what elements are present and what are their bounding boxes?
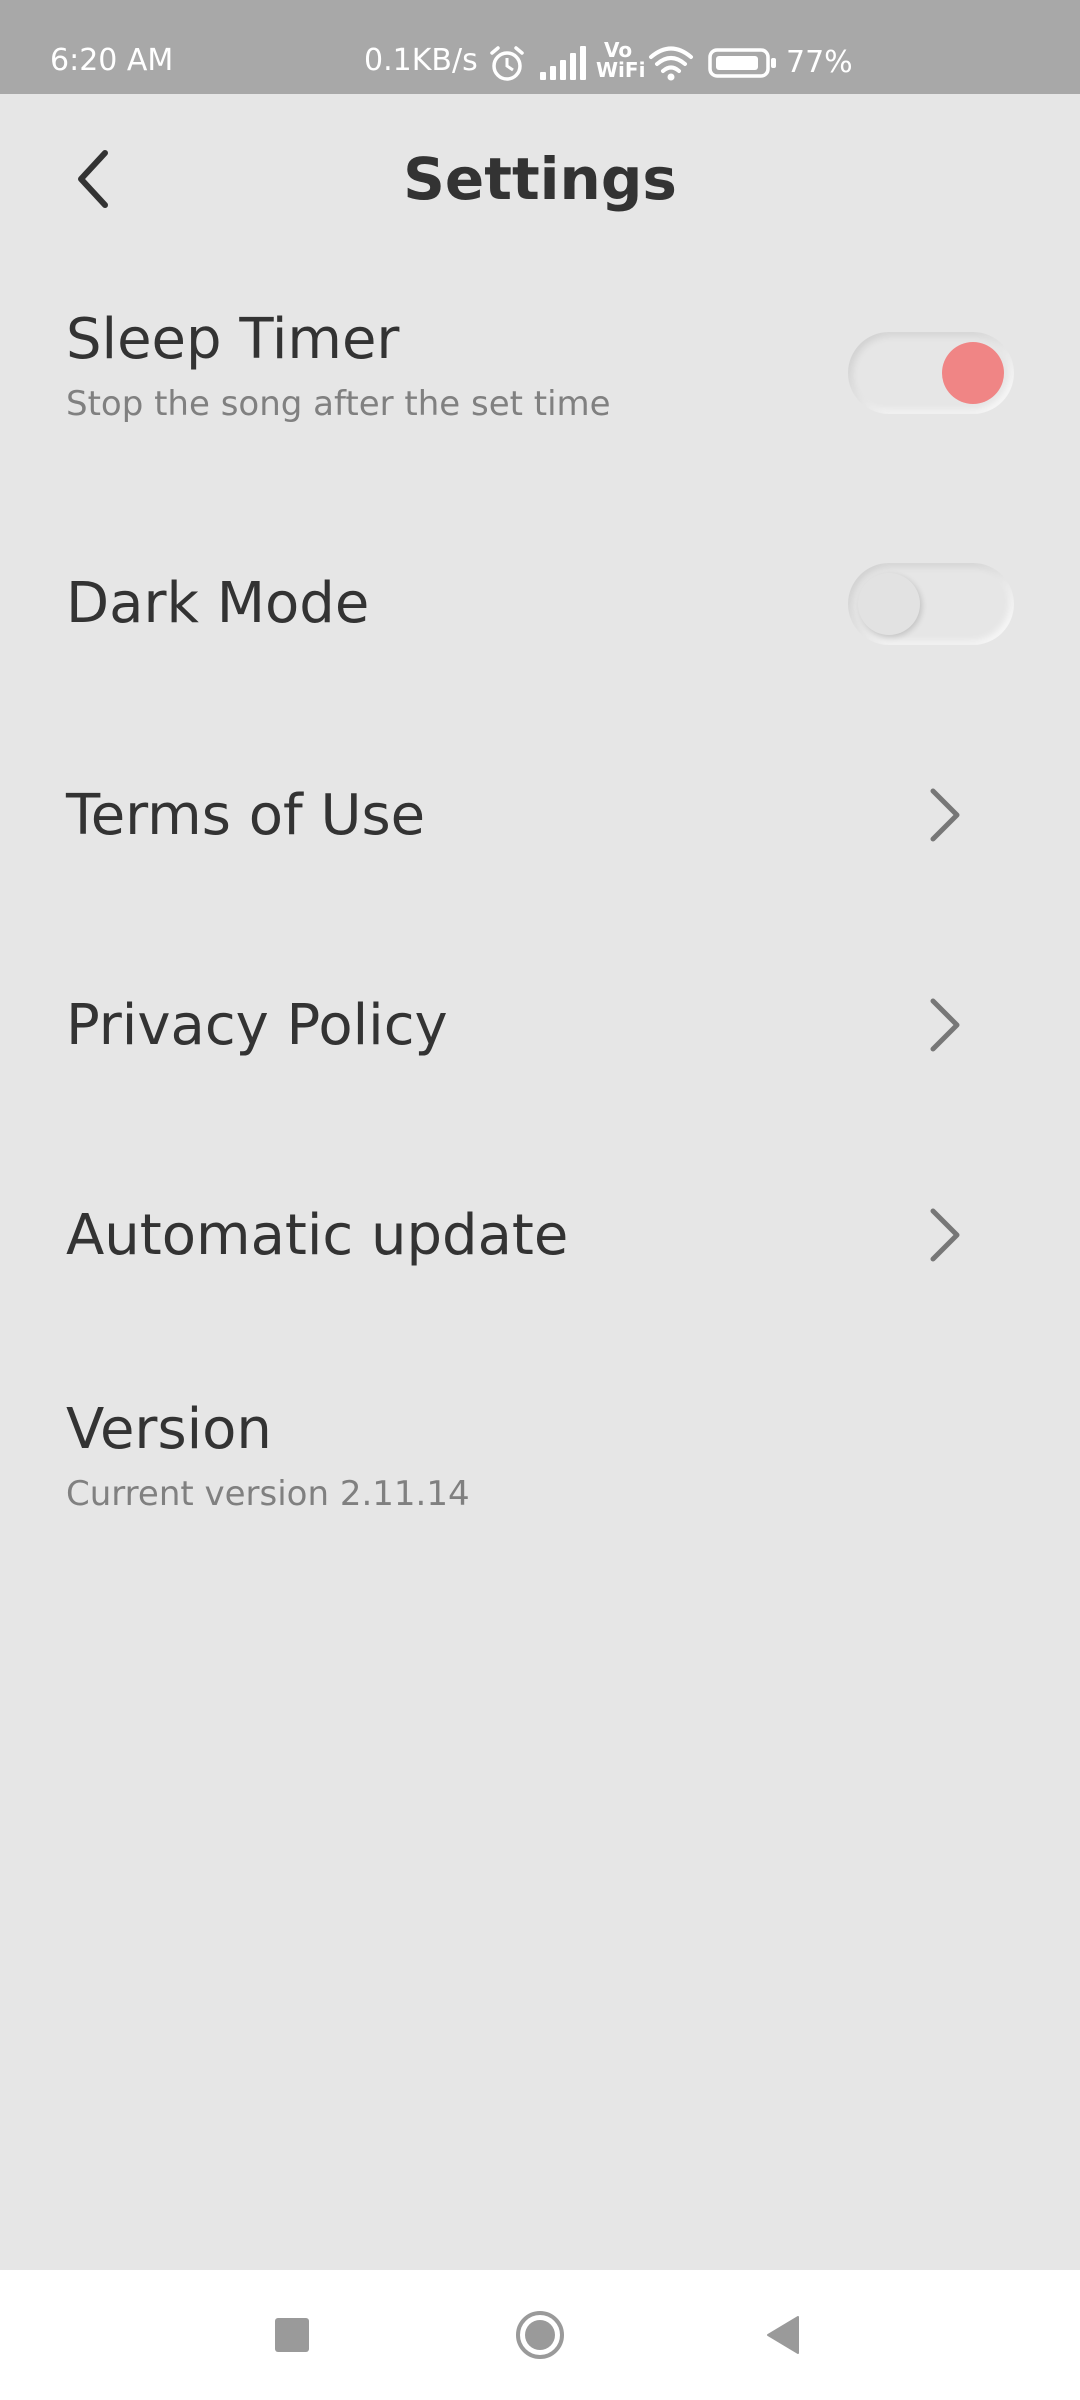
recents-square-icon: [275, 2318, 309, 2352]
wifi-icon: [648, 44, 694, 86]
battery-icon: [708, 48, 778, 82]
vowifi-label-top: Vo: [603, 38, 633, 62]
setting-privacy-policy[interactable]: Privacy Policy: [0, 980, 1080, 1080]
setting-sleep-timer: Sleep Timer Stop the song after the set …: [0, 300, 1080, 460]
toggle-knob: [858, 573, 920, 635]
home-circle-icon: [516, 2311, 564, 2359]
status-bar: 6:20 AM 0.1KB/s Vo WiFi 77%: [0, 0, 1080, 94]
vowifi-label-bottom: WiFi: [596, 58, 646, 82]
navigation-bar: [0, 2270, 1080, 2400]
signal-icon: [540, 46, 588, 84]
version-subtitle: Current version 2.11.14: [66, 1474, 470, 1514]
network-speed: 0.1KB/s: [364, 43, 478, 78]
back-nav-button[interactable]: [734, 2290, 834, 2380]
home-button[interactable]: [490, 2290, 590, 2380]
sleep-timer-title: Sleep Timer: [66, 307, 400, 372]
setting-version: Version Current version 2.11.14: [0, 1390, 1080, 1530]
sleep-timer-subtitle: Stop the song after the set time: [66, 384, 611, 424]
header: Settings: [0, 94, 1080, 274]
sleep-timer-toggle[interactable]: [848, 332, 1014, 414]
terms-of-use-title: Terms of Use: [66, 783, 426, 848]
battery-percent: 77%: [786, 45, 853, 80]
vowifi-icon: Vo WiFi: [596, 38, 646, 82]
dark-mode-toggle[interactable]: [848, 563, 1014, 645]
recents-button[interactable]: [242, 2290, 342, 2380]
setting-automatic-update[interactable]: Automatic update: [0, 1190, 1080, 1290]
setting-terms-of-use[interactable]: Terms of Use: [0, 770, 1080, 870]
alarm-icon: [488, 46, 526, 86]
back-triangle-icon: [767, 2316, 799, 2354]
automatic-update-title: Automatic update: [66, 1203, 569, 1268]
version-title: Version: [66, 1397, 272, 1462]
page-title: Settings: [403, 145, 677, 213]
chevron-right-icon: [910, 990, 980, 1060]
setting-dark-mode: Dark Mode: [0, 560, 1080, 660]
privacy-policy-title: Privacy Policy: [66, 993, 448, 1058]
chevron-right-icon: [910, 1200, 980, 1270]
status-time: 6:20 AM: [50, 43, 174, 78]
chevron-right-icon: [910, 780, 980, 850]
dark-mode-title: Dark Mode: [66, 571, 370, 636]
toggle-knob: [942, 342, 1004, 404]
